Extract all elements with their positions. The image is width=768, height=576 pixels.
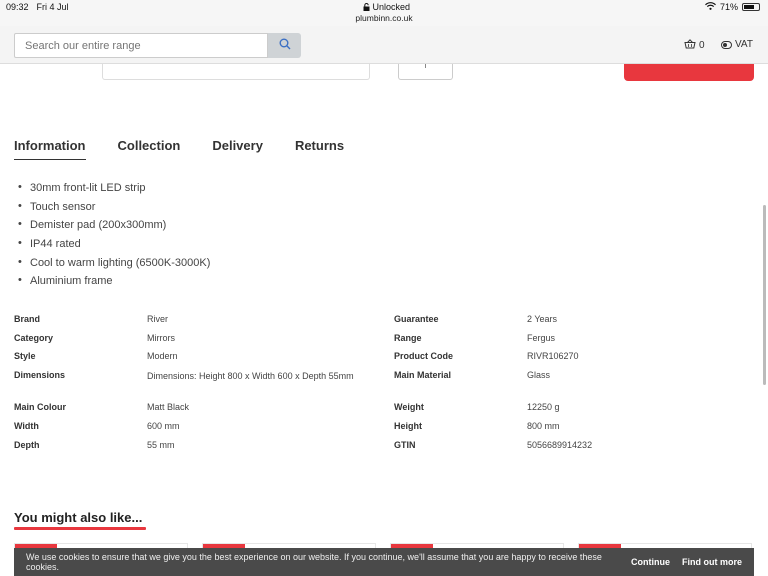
search-icon <box>279 37 291 55</box>
spec-label: Main Material <box>394 370 452 380</box>
basket-button[interactable]: 0 <box>684 39 705 52</box>
feature-item: Aluminium frame <box>18 274 210 294</box>
spec-value: 5056689914232 <box>527 440 593 450</box>
cookie-find-out-more-link[interactable]: Find out more <box>682 557 742 567</box>
spec-value: Mirrors <box>147 333 175 343</box>
tab-information[interactable]: Information <box>14 138 86 160</box>
spec-value: Matt Black <box>147 402 190 412</box>
date: Fri 4 Jul <box>36 2 69 12</box>
recommendations-title: You might also like... <box>14 510 143 525</box>
status-time: 09:32 Fri 4 Jul <box>6 2 69 12</box>
spec-label: Range <box>394 333 422 343</box>
tab-returns[interactable]: Returns <box>295 138 344 160</box>
spec-label: Depth <box>14 440 40 450</box>
search-input[interactable] <box>14 33 268 58</box>
option-select-fragment[interactable] <box>102 64 370 80</box>
site-header: 0 VAT <box>0 26 768 64</box>
battery-percent: 71% <box>719 2 738 12</box>
spec-value: 800 mm <box>527 421 560 431</box>
spec-value: Modern <box>147 351 178 361</box>
spec-value: 600 mm <box>147 421 180 431</box>
tab-delivery[interactable]: Delivery <box>212 138 263 160</box>
product-tabs: Information Collection Delivery Returns <box>14 138 376 160</box>
feature-list: 30mm front-lit LED strip Touch sensor De… <box>18 181 210 294</box>
cookie-message: We use cookies to ensure that we give yo… <box>26 552 602 572</box>
feature-item: Touch sensor <box>18 200 210 220</box>
spec-label: Height <box>394 421 422 431</box>
basket-icon <box>684 39 696 52</box>
vat-toggle[interactable]: VAT <box>721 39 753 50</box>
security-label: Unlocked <box>372 2 411 12</box>
spec-value: River <box>147 314 169 324</box>
spec-label: Main Colour <box>14 402 66 412</box>
basket-count: 0 <box>699 40 705 51</box>
spec-label: Brand <box>14 314 41 324</box>
feature-item: 30mm front-lit LED strip <box>18 181 210 201</box>
url-host[interactable]: plumbinn.co.uk <box>0 13 768 23</box>
spec-value: RIVR106270 <box>527 351 579 361</box>
clock: 09:32 <box>6 2 29 12</box>
search-button[interactable] <box>268 33 301 58</box>
spec-label: Width <box>14 421 39 431</box>
spec-value: 2 Years <box>527 314 558 324</box>
status-bar: 09:32 Fri 4 Jul Unlocked plumbinn.co.uk 7… <box>0 0 768 26</box>
cookie-continue-button[interactable]: Continue <box>631 557 670 567</box>
toggle-icon <box>721 40 732 49</box>
spec-label: Category <box>14 333 54 343</box>
spec-label: Style <box>14 351 36 361</box>
spec-value: 55 mm <box>147 440 175 450</box>
scrollbar[interactable] <box>763 205 766 385</box>
wifi-icon <box>705 2 716 12</box>
vat-label: VAT <box>735 39 753 50</box>
feature-item: Cool to warm lighting (6500K-3000K) <box>18 256 210 276</box>
cookie-banner: We use cookies to ensure that we give yo… <box>14 548 754 576</box>
battery-icon <box>742 3 760 11</box>
spec-label: Dimensions <box>14 370 66 380</box>
spec-value: Fergus <box>527 333 556 343</box>
add-to-basket-button-fragment[interactable] <box>624 64 754 81</box>
spec-label: GTIN <box>394 440 416 450</box>
lock-icon <box>363 2 373 12</box>
quantity-stepper-fragment[interactable] <box>398 64 453 80</box>
spec-value: 12250 g <box>527 402 560 412</box>
security-indicator: Unlocked <box>363 2 410 12</box>
status-right: 71% <box>705 2 760 12</box>
spec-value: Dimensions: Height 800 x Width 600 x Dep… <box>147 371 354 381</box>
tab-collection[interactable]: Collection <box>118 138 181 160</box>
spec-label: Weight <box>394 402 424 412</box>
feature-item: Demister pad (200x300mm) <box>18 218 210 238</box>
spec-value: Glass <box>527 370 551 380</box>
feature-item: IP44 rated <box>18 237 210 257</box>
spec-label: Guarantee <box>394 314 439 324</box>
title-underline <box>14 527 146 530</box>
spec-label: Product Code <box>394 351 454 361</box>
